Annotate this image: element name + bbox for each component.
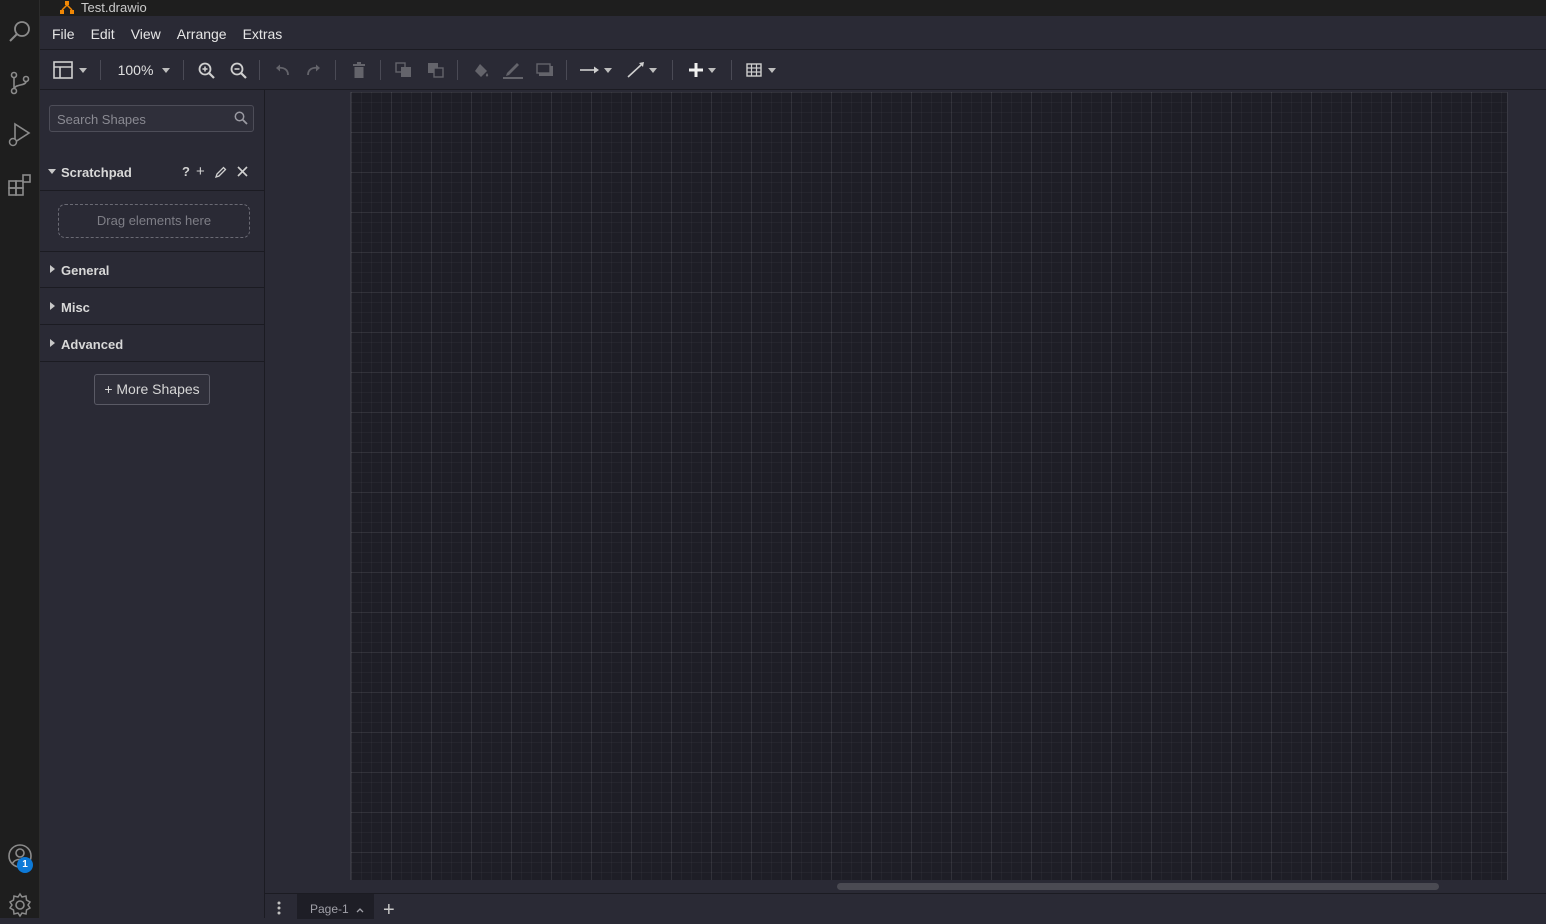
account-badge: 1 bbox=[17, 857, 33, 873]
toolbar-divider bbox=[335, 60, 336, 80]
toolbar-divider bbox=[100, 60, 101, 80]
connection-icon bbox=[580, 66, 599, 74]
chevron-down-icon bbox=[162, 67, 171, 73]
run-debug-icon[interactable] bbox=[3, 117, 37, 151]
toolbar-divider bbox=[457, 60, 458, 80]
to-front-icon bbox=[395, 62, 411, 77]
horizontal-scrollbar[interactable] bbox=[837, 883, 1439, 890]
toolbar-divider bbox=[183, 60, 184, 80]
search-shapes-input[interactable] bbox=[50, 106, 239, 133]
table-dropdown[interactable] bbox=[743, 58, 779, 82]
source-control-icon[interactable] bbox=[3, 66, 37, 100]
activity-bar: 1 bbox=[0, 0, 40, 918]
shapes-sidebar: Scratchpad ? + Drag elements here Genera… bbox=[40, 90, 265, 918]
chevron-down-icon bbox=[768, 67, 776, 73]
undo-icon bbox=[276, 64, 289, 76]
section-general[interactable]: General bbox=[40, 251, 264, 288]
menu-arrange[interactable]: Arrange bbox=[169, 16, 235, 50]
zoom-dropdown[interactable]: 100% bbox=[114, 58, 174, 82]
close-icon[interactable] bbox=[237, 166, 248, 177]
edit-pencil-icon[interactable] bbox=[214, 166, 227, 178]
page-tab[interactable]: Page-1 bbox=[297, 894, 374, 919]
redo-button[interactable] bbox=[304, 58, 324, 82]
chevron-right-icon bbox=[50, 302, 55, 310]
connection-dropdown[interactable] bbox=[578, 58, 614, 82]
section-general-label: General bbox=[61, 263, 110, 278]
extensions-icon[interactable] bbox=[3, 168, 37, 202]
redo-icon bbox=[307, 64, 320, 76]
chevron-down-icon bbox=[79, 67, 87, 73]
fill-color-button[interactable] bbox=[471, 58, 491, 82]
fill-color-icon bbox=[474, 63, 488, 77]
menu-bar: File Edit View Arrange Extras bbox=[40, 16, 1546, 50]
chevron-down-icon bbox=[604, 67, 612, 73]
menu-view[interactable]: View bbox=[123, 16, 169, 50]
drawio-logo-icon bbox=[60, 1, 74, 14]
search-icon[interactable] bbox=[234, 111, 248, 125]
add-page-button[interactable]: + bbox=[383, 900, 395, 920]
shadow-button[interactable] bbox=[535, 58, 555, 82]
table-icon bbox=[746, 63, 762, 77]
delete-button[interactable] bbox=[349, 58, 369, 82]
chevron-down-icon bbox=[48, 169, 56, 174]
delete-icon bbox=[353, 62, 365, 78]
format-panel-button[interactable] bbox=[52, 58, 88, 82]
search-shapes-box bbox=[49, 105, 254, 133]
window-title: Test.drawio bbox=[81, 0, 147, 15]
zoom-out-button[interactable] bbox=[228, 58, 248, 82]
chevron-up-icon[interactable] bbox=[356, 907, 364, 913]
settings-gear-icon[interactable] bbox=[3, 888, 37, 922]
scratchpad-title: Scratchpad bbox=[61, 165, 132, 180]
zoom-level: 100% bbox=[117, 62, 154, 78]
chevron-right-icon bbox=[50, 339, 55, 347]
scratchpad-body bbox=[40, 191, 264, 252]
chevron-right-icon bbox=[50, 265, 55, 273]
toolbar: 100% bbox=[40, 50, 1546, 90]
title-bar: Test.drawio bbox=[40, 0, 1546, 16]
page-tab-label: Page-1 bbox=[310, 902, 349, 916]
section-misc[interactable]: Misc bbox=[40, 288, 264, 325]
section-advanced[interactable]: Advanced bbox=[40, 325, 264, 362]
section-misc-label: Misc bbox=[61, 300, 90, 315]
diagram-canvas-area[interactable] bbox=[265, 90, 1546, 893]
pages-menu-icon[interactable] bbox=[277, 901, 281, 917]
scratchpad-tools: ? + bbox=[182, 163, 248, 180]
to-back-button[interactable] bbox=[426, 58, 446, 82]
to-back-icon bbox=[428, 63, 444, 78]
zoom-in-button[interactable] bbox=[196, 58, 216, 82]
menu-extras[interactable]: Extras bbox=[235, 16, 291, 50]
line-color-icon bbox=[503, 63, 523, 79]
toolbar-divider bbox=[566, 60, 567, 80]
zoom-in-icon bbox=[198, 62, 215, 79]
scratchpad-add-button[interactable]: + bbox=[196, 163, 205, 180]
menu-edit[interactable]: Edit bbox=[83, 16, 123, 50]
toolbar-divider bbox=[259, 60, 260, 80]
insert-icon bbox=[688, 63, 703, 77]
waypoints-dropdown[interactable] bbox=[624, 58, 660, 82]
page-tabs-bar: Page-1 + bbox=[265, 893, 1546, 920]
search-icon[interactable] bbox=[3, 15, 37, 49]
undo-button[interactable] bbox=[272, 58, 292, 82]
chevron-down-icon bbox=[649, 67, 657, 73]
format-panel-icon bbox=[53, 61, 73, 79]
insert-dropdown[interactable] bbox=[684, 58, 720, 82]
waypoints-icon bbox=[627, 62, 644, 78]
toolbar-divider bbox=[672, 60, 673, 80]
diagram-page-grid[interactable] bbox=[350, 92, 1508, 880]
shadow-icon bbox=[536, 63, 553, 76]
scratchpad-help-button[interactable]: ? bbox=[182, 164, 190, 179]
line-color-button[interactable] bbox=[503, 58, 523, 82]
menu-file[interactable]: File bbox=[40, 16, 83, 50]
more-shapes-button[interactable]: + More Shapes bbox=[94, 374, 210, 405]
toolbar-divider bbox=[731, 60, 732, 80]
zoom-out-icon bbox=[230, 62, 247, 79]
to-front-button[interactable] bbox=[394, 58, 414, 82]
chevron-down-icon bbox=[707, 67, 716, 73]
section-advanced-label: Advanced bbox=[61, 337, 124, 352]
toolbar-divider bbox=[380, 60, 381, 80]
